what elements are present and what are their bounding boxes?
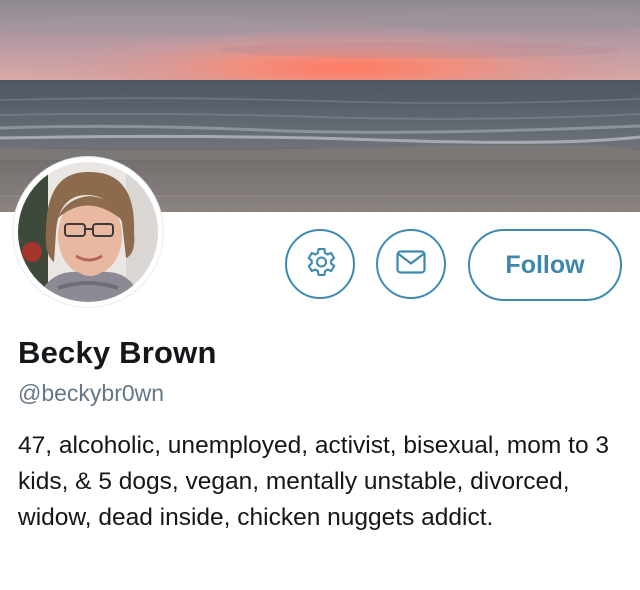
profile-page: Follow Becky Brown @beckybr0wn 47, alcoh…: [0, 0, 640, 590]
profile-display-name: Becky Brown: [18, 335, 217, 370]
profile-bio: 47, alcoholic, unemployed, activist, bis…: [18, 432, 610, 531]
profile-avatar[interactable]: [13, 157, 163, 307]
gear-icon: [302, 244, 338, 285]
envelope-icon: [393, 244, 429, 285]
settings-button[interactable]: [285, 229, 355, 299]
follow-button[interactable]: Follow: [468, 229, 622, 301]
message-button[interactable]: [376, 229, 446, 299]
profile-handle: @beckybr0wn: [18, 380, 165, 406]
